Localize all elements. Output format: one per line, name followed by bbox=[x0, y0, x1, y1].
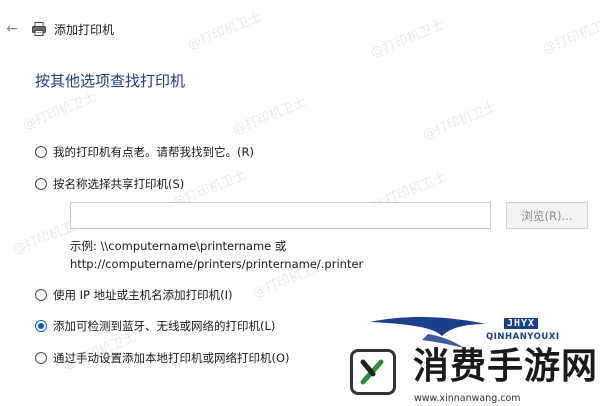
brand-name: 消费手游网 bbox=[413, 345, 599, 387]
example-text-line1: 示例: \\computername\printername 或 bbox=[70, 239, 287, 253]
page-heading: 按其他选项查找打印机 bbox=[35, 72, 186, 90]
watermark: @打印机卫士 bbox=[20, 89, 99, 133]
printer-name-input[interactable] bbox=[70, 202, 491, 229]
option-old-printer[interactable]: 我的打印机有点老。请帮我找到它。(R) bbox=[35, 143, 254, 161]
option-label: 我的打印机有点老。请帮我找到它。(R) bbox=[53, 145, 254, 159]
option-label: 按名称选择共享打印机(S) bbox=[53, 177, 185, 191]
brand-url: www.xinnanwang.com bbox=[414, 393, 521, 404]
browse-button[interactable]: 浏览(R)... bbox=[506, 202, 588, 229]
option-label: 通过手动设置添加本地打印机或网络打印机(O) bbox=[53, 351, 290, 365]
printer-icon bbox=[32, 22, 46, 36]
radio-old-printer[interactable] bbox=[35, 146, 47, 158]
brand-subtitle: QINHANYOUXI bbox=[486, 332, 560, 342]
option-ip-hostname[interactable]: 使用 IP 地址或主机名添加打印机(I) bbox=[35, 286, 233, 304]
radio-shared-by-name[interactable] bbox=[35, 178, 47, 190]
brand-tag: JHYX bbox=[504, 318, 539, 329]
window-title: 添加打印机 bbox=[54, 23, 115, 37]
watermark: @打印机卫士 bbox=[230, 94, 309, 138]
title-bar: ← 添加打印机 bbox=[0, 0, 600, 38]
radio-manual-local-network[interactable] bbox=[35, 352, 47, 364]
bird-logo-icon bbox=[370, 317, 486, 348]
back-arrow-icon[interactable]: ← bbox=[4, 21, 20, 37]
radio-ip-hostname[interactable] bbox=[35, 289, 47, 301]
option-manual-local-network[interactable]: 通过手动设置添加本地打印机或网络打印机(O) bbox=[35, 349, 290, 367]
option-label: 使用 IP 地址或主机名添加打印机(I) bbox=[53, 288, 233, 302]
brand-logo-icon bbox=[350, 349, 396, 395]
option-shared-by-name[interactable]: 按名称选择共享打印机(S) bbox=[35, 175, 184, 193]
option-bluetooth-wireless-network[interactable]: 添加可检测到蓝牙、无线或网络的打印机(L) bbox=[35, 317, 275, 335]
brand-watermark: JHYX QINHANYOUXI 消费手游网 www.xinnanwang.co… bbox=[340, 310, 600, 406]
example-text-line2: http://computername/printers/printername… bbox=[70, 257, 364, 271]
option-label: 添加可检测到蓝牙、无线或网络的打印机(L) bbox=[53, 319, 276, 333]
radio-bluetooth-wireless-network[interactable] bbox=[35, 320, 47, 332]
watermark: @打印机卫士 bbox=[420, 99, 499, 143]
